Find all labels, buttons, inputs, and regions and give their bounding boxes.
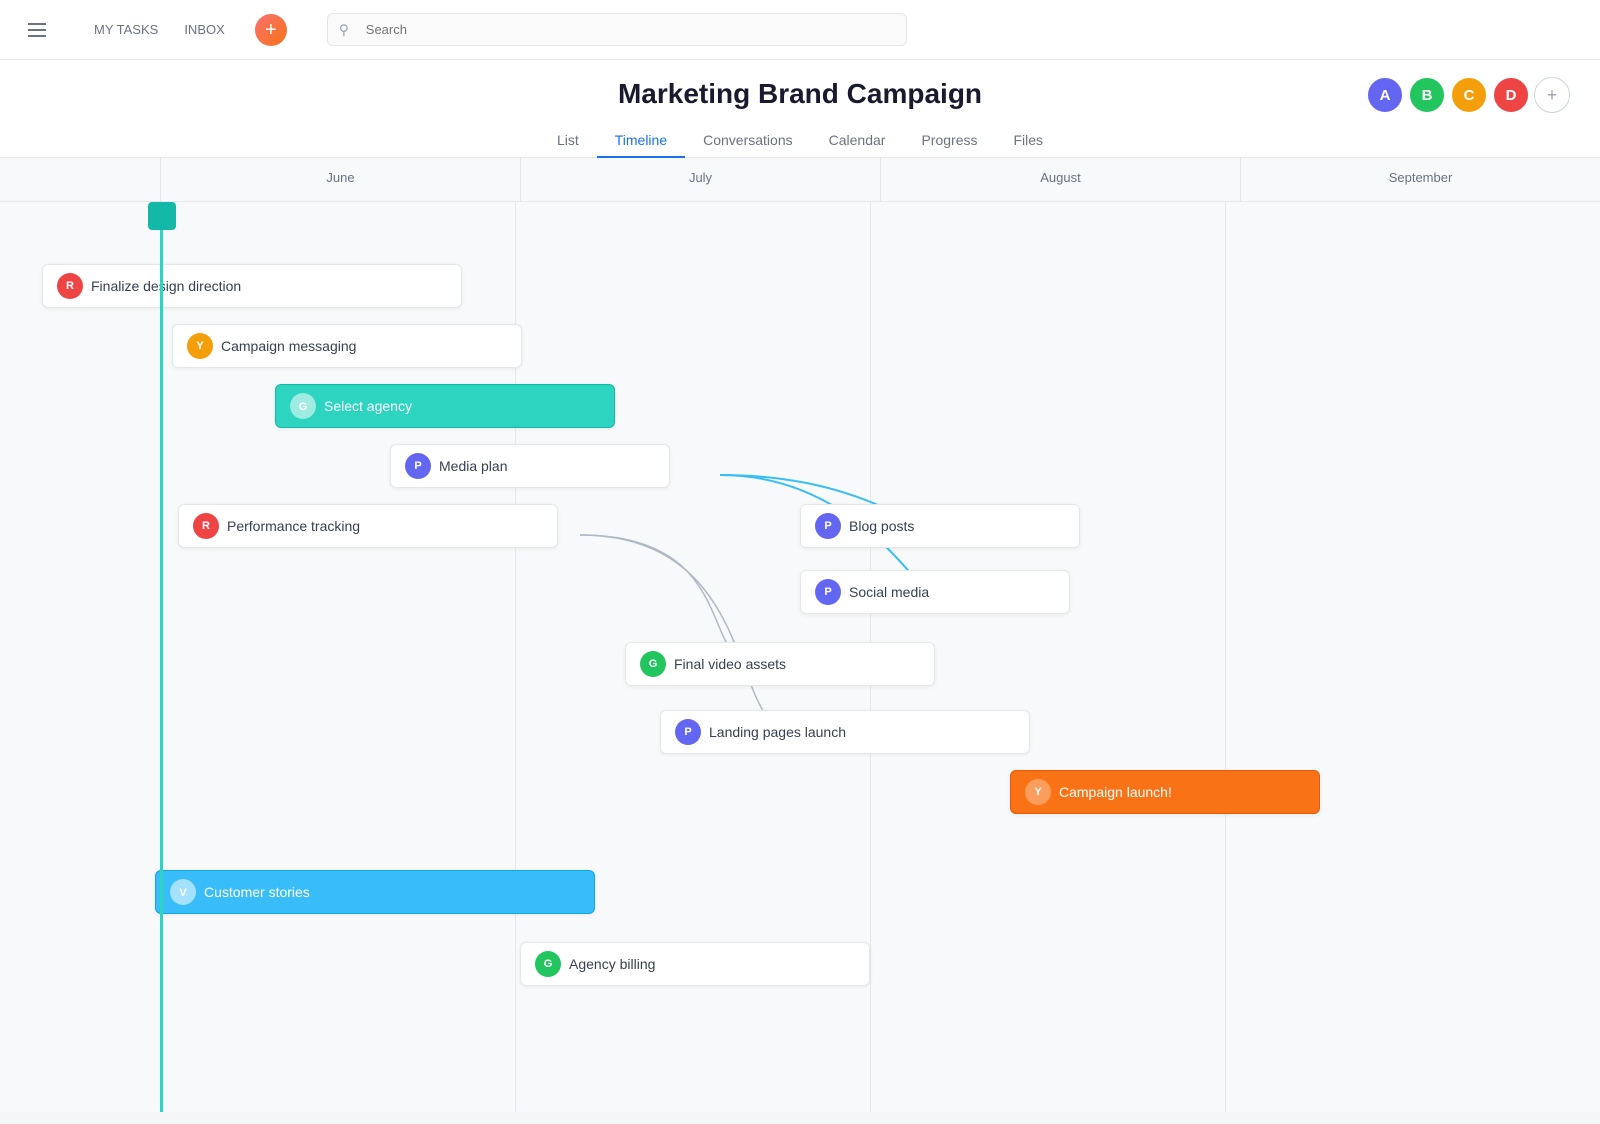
months-header: June July August September <box>0 158 1600 202</box>
avatar-select-agency: G <box>290 393 316 419</box>
month-june: June <box>160 158 520 201</box>
project-header: A B C D + Marketing Brand Campaign List … <box>0 60 1600 158</box>
task-label-campaign-msg: Campaign messaging <box>221 338 356 354</box>
avatar-final-video: G <box>640 651 666 677</box>
task-label-agency-billing: Agency billing <box>569 956 655 972</box>
task-label-final-video: Final video assets <box>674 656 786 672</box>
task-blog-posts[interactable]: P Blog posts <box>800 504 1080 548</box>
svg-text:V: V <box>179 887 187 899</box>
avatar-social-media: P <box>815 579 841 605</box>
search-bar: ⚲ <box>327 13 907 46</box>
month-september: September <box>1240 158 1600 201</box>
month-july: July <box>520 158 880 201</box>
task-label-blog-posts: Blog posts <box>849 518 914 534</box>
timeline-container: June July August September <box>0 158 1600 1112</box>
task-perf-track[interactable]: R Performance tracking <box>178 504 558 548</box>
avatar-finalize: R <box>57 273 83 299</box>
task-agency-billing[interactable]: G Agency billing <box>520 942 870 986</box>
tab-conversations[interactable]: Conversations <box>685 124 811 158</box>
task-social-media[interactable]: P Social media <box>800 570 1070 614</box>
timeline-line <box>160 202 163 1112</box>
task-final-video[interactable]: G Final video assets <box>625 642 935 686</box>
svg-text:G: G <box>299 401 308 413</box>
task-label-media-plan: Media plan <box>439 458 508 474</box>
task-label-social-media: Social media <box>849 584 929 600</box>
task-customer-stories[interactable]: V Customer stories <box>155 870 595 914</box>
avatar-group: A B C D + <box>1366 76 1570 114</box>
task-label-campaign-launch: Campaign launch! <box>1059 784 1172 800</box>
avatar-media-plan: P <box>405 453 431 479</box>
add-button[interactable]: + <box>255 14 287 46</box>
add-member-button[interactable]: + <box>1534 77 1570 113</box>
task-select-agency[interactable]: G Select agency <box>275 384 615 428</box>
avatar-blog-posts: P <box>815 513 841 539</box>
avatar-4[interactable]: D <box>1492 76 1530 114</box>
task-label-perf-track: Performance tracking <box>227 518 360 534</box>
task-campaign-msg[interactable]: Y Campaign messaging <box>172 324 522 368</box>
today-marker <box>148 202 176 230</box>
avatar-1[interactable]: A <box>1366 76 1404 114</box>
search-icon: ⚲ <box>339 21 349 38</box>
task-finalize[interactable]: R Finalize design direction <box>42 264 462 308</box>
month-august: August <box>880 158 1240 201</box>
hamburger-menu[interactable] <box>20 15 54 45</box>
task-label-customer-stories: Customer stories <box>204 884 310 900</box>
avatar-3[interactable]: C <box>1450 76 1488 114</box>
inbox-link[interactable]: INBOX <box>174 16 234 43</box>
task-label-select-agency: Select agency <box>324 398 412 414</box>
project-title: Marketing Brand Campaign <box>0 78 1600 110</box>
avatar-customer-stories: V <box>170 879 196 905</box>
tab-calendar[interactable]: Calendar <box>811 124 904 158</box>
my-tasks-link[interactable]: MY TASKS <box>84 16 168 43</box>
nav-links: MY TASKS INBOX <box>84 16 235 43</box>
tab-progress[interactable]: Progress <box>903 124 995 158</box>
tab-timeline[interactable]: Timeline <box>597 124 685 158</box>
avatar-landing-pages: P <box>675 719 701 745</box>
vline-september <box>1225 202 1226 1112</box>
tab-files[interactable]: Files <box>995 124 1061 158</box>
task-label-finalize: Finalize design direction <box>91 278 241 294</box>
avatar-campaign-launch: Y <box>1025 779 1051 805</box>
tab-list[interactable]: List <box>539 124 597 158</box>
task-campaign-launch[interactable]: Y Campaign launch! <box>1010 770 1320 814</box>
avatar-agency-billing: G <box>535 951 561 977</box>
avatar-perf-track: R <box>193 513 219 539</box>
avatar-campaign-msg: Y <box>187 333 213 359</box>
avatar-2[interactable]: B <box>1408 76 1446 114</box>
search-input[interactable] <box>327 13 907 46</box>
tasks-canvas: R Finalize design direction Y Campaign m… <box>0 202 1600 1112</box>
task-label-landing-pages: Landing pages launch <box>709 724 846 740</box>
task-landing-pages[interactable]: P Landing pages launch <box>660 710 1030 754</box>
task-media-plan[interactable]: P Media plan <box>390 444 670 488</box>
top-nav: MY TASKS INBOX + ⚲ <box>0 0 1600 60</box>
project-tabs: List Timeline Conversations Calendar Pro… <box>0 124 1600 157</box>
